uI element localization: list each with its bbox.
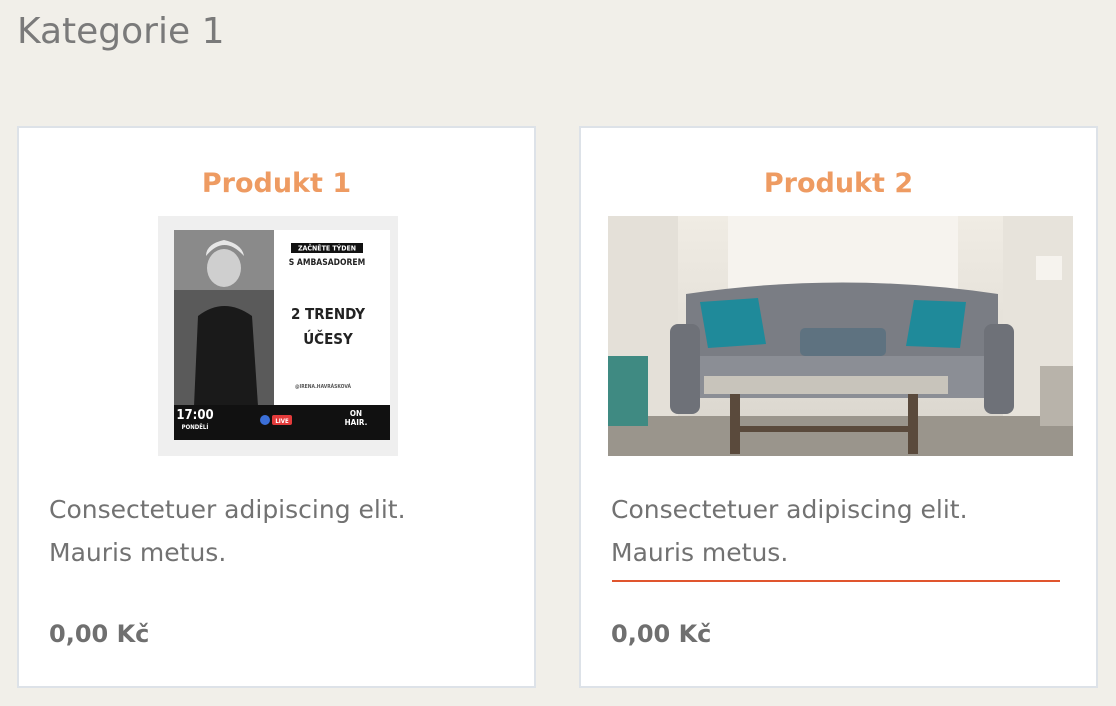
product-image[interactable] <box>608 216 1073 456</box>
category-title: Kategorie 1 <box>17 11 225 52</box>
description-line: Mauris metus. <box>49 538 227 567</box>
facebook-icon <box>260 415 270 425</box>
product-image[interactable]: ZAČNĚTE TÝDEN S AMBASADOREM 2 TRENDY ÚČE… <box>158 216 398 456</box>
product-price: 0,00 Kč <box>611 620 712 648</box>
product-title[interactable]: Produkt 2 <box>581 166 1096 202</box>
description-line: Consectetuer adipiscing elit. <box>49 495 406 524</box>
product-card-1[interactable]: Produkt 1 ZAČNĚTE TÝDEN S AMBASADOREM 2 … <box>17 126 536 688</box>
product-description: Consectetuer adipiscing elit. Mauris met… <box>49 488 504 574</box>
product-card-2[interactable]: Produkt 2 Consectetuer adipiscing elit. … <box>579 126 1098 688</box>
promo-live: LIVE <box>275 418 289 425</box>
product-title[interactable]: Produkt 1 <box>19 166 534 202</box>
promo-badge-line1: ZAČNĚTE TÝDEN <box>298 244 356 253</box>
promo-headline-line2: ÚČESY <box>303 329 353 348</box>
description-line: Consectetuer adipiscing elit. <box>611 495 968 524</box>
promo-headline-line1: 2 TRENDY <box>291 305 365 323</box>
promo-time: 17:00 <box>176 408 213 423</box>
promo-brand-line1: ON <box>350 409 362 418</box>
promo-handle: @IRENA.HAVRÁSKOVÁ <box>295 383 351 390</box>
product-image-sofa <box>608 216 1073 456</box>
promo-brand-line2: HAIR. <box>345 418 368 427</box>
promo-day: PONDĚLÍ <box>182 423 209 431</box>
product-image-promo: ZAČNĚTE TÝDEN S AMBASADOREM 2 TRENDY ÚČE… <box>158 216 398 456</box>
product-price: 0,00 Kč <box>49 620 150 648</box>
product-description: Consectetuer adipiscing elit. Mauris met… <box>611 488 1066 574</box>
hover-underline <box>612 580 1060 582</box>
promo-badge-line2: S AMBASADOREM <box>289 258 365 268</box>
description-line: Mauris metus. <box>611 538 789 567</box>
